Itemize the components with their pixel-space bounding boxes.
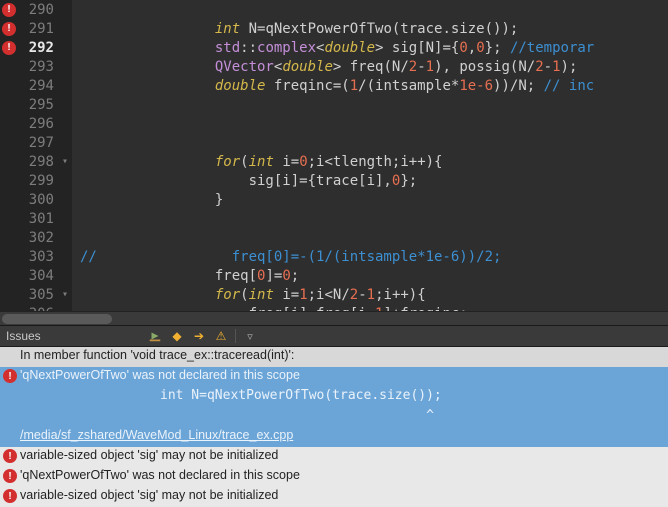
line-number: 292: [18, 40, 58, 56]
issue-item[interactable]: !variable-sized object 'sig' may not be …: [0, 447, 668, 467]
separator: [235, 329, 236, 343]
line-number: 302: [18, 230, 58, 246]
error-icon: !: [3, 369, 17, 383]
build-icon[interactable]: [144, 327, 166, 345]
code-content[interactable]: freq[i]=freq[i-1]+freqinc;: [72, 306, 468, 312]
issue-item[interactable]: !'qNextPowerOfTwo' was not declared in t…: [0, 467, 668, 487]
code-content[interactable]: // freq[0]=-(1/(intsample*1e-6))/2;: [72, 249, 501, 265]
code-line[interactable]: 297: [0, 133, 668, 152]
line-number: 301: [18, 211, 58, 227]
prev-issue-button[interactable]: ◆: [166, 327, 188, 345]
code-content[interactable]: int N=qNextPowerOfTwo(trace.size());: [72, 21, 518, 37]
issues-panel-header: Issues ◆ ➔ ⚠ ▿: [0, 325, 668, 347]
error-marker: !: [0, 3, 18, 17]
scrollbar-thumb[interactable]: [2, 314, 112, 324]
issue-path[interactable]: /media/sf_zshared/WaveMod_Linux/trace_ex…: [0, 427, 668, 447]
code-line[interactable]: 303 // freq[0]=-(1/(intsample*1e-6))/2;: [0, 247, 668, 266]
code-content[interactable]: for(int i=0;i<tlength;i++){: [72, 154, 442, 170]
line-number: 306: [18, 306, 58, 312]
line-number: 295: [18, 97, 58, 113]
code-content[interactable]: for(int i=1;i<N/2-1;i++){: [72, 287, 426, 303]
fold-indicator[interactable]: ▾: [58, 289, 72, 300]
issues-title: Issues: [0, 329, 144, 343]
line-number: 290: [18, 2, 58, 18]
error-icon: !: [2, 3, 16, 17]
issues-list[interactable]: In member function 'void trace_ex::trace…: [0, 347, 668, 507]
error-marker: !: [0, 22, 18, 36]
fold-indicator[interactable]: ▾: [58, 156, 72, 167]
line-number: 296: [18, 116, 58, 132]
filter-icon[interactable]: ▿: [239, 327, 261, 345]
line-number: 293: [18, 59, 58, 75]
error-marker: !: [0, 41, 18, 55]
line-number: 294: [18, 78, 58, 94]
code-line[interactable]: 302: [0, 228, 668, 247]
issue-detail: int N=qNextPowerOfTwo(trace.size());: [0, 387, 668, 407]
code-line[interactable]: 304 freq[0]=0;: [0, 266, 668, 285]
horizontal-scrollbar[interactable]: [0, 311, 668, 325]
issue-message: 'qNextPowerOfTwo' was not declared in th…: [20, 368, 300, 382]
warnings-icon[interactable]: ⚠: [210, 327, 232, 345]
code-line[interactable]: 294 double freqinc=(1/(intsample*1e-6))/…: [0, 76, 668, 95]
issue-message: 'qNextPowerOfTwo' was not declared in th…: [20, 468, 300, 482]
code-content[interactable]: double freqinc=(1/(intsample*1e-6))/N; /…: [72, 78, 594, 94]
issue-message: variable-sized object 'sig' may not be i…: [20, 488, 278, 502]
line-number: 303: [18, 249, 58, 265]
issue-context: In member function 'void trace_ex::trace…: [0, 347, 668, 367]
code-line[interactable]: 295: [0, 95, 668, 114]
code-line[interactable]: 306 freq[i]=freq[i-1]+freqinc;: [0, 304, 668, 311]
code-content[interactable]: sig[i]={trace[i],0};: [72, 173, 417, 189]
issue-item[interactable]: !variable-sized object 'sig' may not be …: [0, 487, 668, 507]
code-content[interactable]: QVector<double> freq(N/2-1), possig(N/2-…: [72, 59, 577, 75]
line-number: 299: [18, 173, 58, 189]
code-line[interactable]: 296: [0, 114, 668, 133]
code-content[interactable]: freq[0]=0;: [72, 268, 299, 284]
code-content[interactable]: }: [72, 192, 223, 208]
error-icon: !: [3, 449, 17, 463]
line-number: 305: [18, 287, 58, 303]
error-icon: !: [2, 22, 16, 36]
code-editor[interactable]: !290!291 int N=qNextPowerOfTwo(trace.siz…: [0, 0, 668, 311]
line-number: 304: [18, 268, 58, 284]
code-line[interactable]: 301: [0, 209, 668, 228]
code-line[interactable]: !292 std::complex<double> sig[N]={0,0}; …: [0, 38, 668, 57]
next-issue-button[interactable]: ➔: [188, 327, 210, 345]
line-number: 298: [18, 154, 58, 170]
error-icon: !: [3, 489, 17, 503]
error-icon: !: [3, 469, 17, 483]
code-line[interactable]: 298▾ for(int i=0;i<tlength;i++){: [0, 152, 668, 171]
code-line[interactable]: 299 sig[i]={trace[i],0};: [0, 171, 668, 190]
code-line[interactable]: 293 QVector<double> freq(N/2-1), possig(…: [0, 57, 668, 76]
line-number: 300: [18, 192, 58, 208]
line-number: 297: [18, 135, 58, 151]
issue-item[interactable]: !'qNextPowerOfTwo' was not declared in t…: [0, 367, 668, 387]
error-icon: !: [2, 41, 16, 55]
code-line[interactable]: 300 }: [0, 190, 668, 209]
code-line[interactable]: !290: [0, 0, 668, 19]
code-line[interactable]: !291 int N=qNextPowerOfTwo(trace.size())…: [0, 19, 668, 38]
issue-caret: ^: [0, 407, 668, 427]
issue-message: variable-sized object 'sig' may not be i…: [20, 448, 278, 462]
code-line[interactable]: 305▾ for(int i=1;i<N/2-1;i++){: [0, 285, 668, 304]
line-number: 291: [18, 21, 58, 37]
code-content[interactable]: std::complex<double> sig[N]={0,0}; //tem…: [72, 40, 594, 56]
